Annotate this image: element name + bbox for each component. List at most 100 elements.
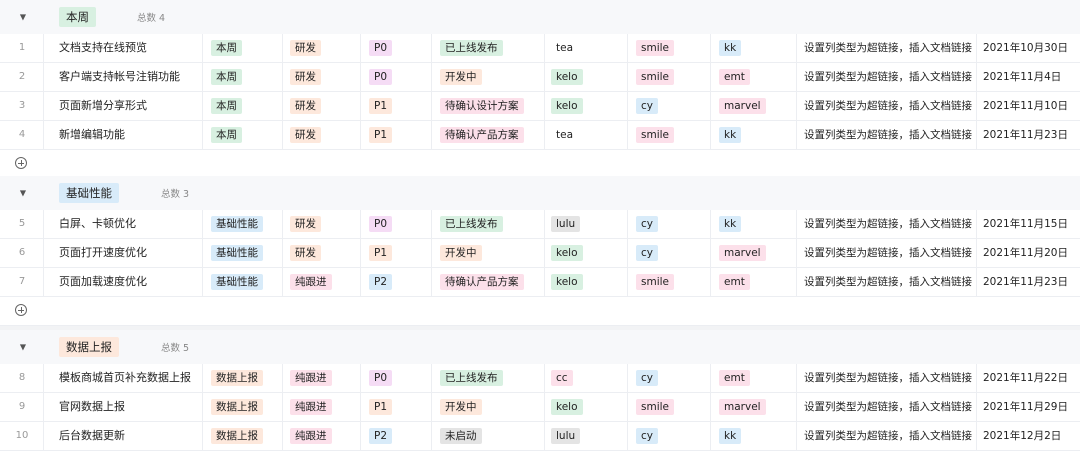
tester-tag[interactable]: marvel [719, 245, 766, 261]
designer-tag[interactable]: smile [636, 399, 674, 415]
designer-tag[interactable]: cy [636, 428, 658, 444]
tester-tag[interactable]: emt [719, 370, 750, 386]
priority-tag[interactable]: P0 [369, 40, 393, 56]
row-title[interactable]: 页面打开速度优化 [59, 239, 147, 267]
type-tag[interactable]: 纯跟进 [290, 428, 332, 444]
tester-tag[interactable]: kk [719, 216, 742, 232]
table-row[interactable]: 1 文档支持在线预览 本周 研发 P0 已上线发布 tea smile kk 设置列类型为超链接，… [0, 34, 1080, 63]
doc-link[interactable]: 设置列类型为超链接，插入文档链接 [804, 34, 972, 62]
doc-link[interactable]: 设置列类型为超链接，插入文档链接 [804, 422, 972, 450]
table-row[interactable]: 8 模板商城首页补充数据上报 数据上报 纯跟进 P0 已上线发布 cc cy emt 设置列类型为… [0, 364, 1080, 393]
tag-tag[interactable]: 基础性能 [211, 245, 263, 261]
row-title[interactable]: 客户端支持帐号注销功能 [59, 63, 180, 91]
add-record-icon[interactable] [15, 157, 27, 169]
designer-tag[interactable]: smile [636, 69, 674, 85]
type-tag[interactable]: 研发 [290, 245, 321, 261]
owner-tag[interactable]: cc [551, 370, 573, 386]
priority-tag[interactable]: P1 [369, 98, 393, 114]
status-tag[interactable]: 已上线发布 [440, 370, 503, 386]
priority-tag[interactable]: P0 [369, 216, 393, 232]
owner-tag[interactable]: kelo [551, 245, 583, 261]
type-tag[interactable]: 研发 [290, 40, 321, 56]
status-tag[interactable]: 已上线发布 [440, 216, 503, 232]
table-row[interactable]: 6 页面打开速度优化 基础性能 研发 P1 开发中 kelo cy marvel 设置列类型为超链… [0, 239, 1080, 268]
doc-link[interactable]: 设置列类型为超链接，插入文档链接 [804, 239, 972, 267]
priority-tag[interactable]: P0 [369, 69, 393, 85]
status-tag[interactable]: 待确认产品方案 [440, 274, 524, 290]
collapse-toggle-icon[interactable]: ▼ [16, 13, 30, 22]
doc-link[interactable]: 设置列类型为超链接，插入文档链接 [804, 393, 972, 421]
priority-tag[interactable]: P2 [369, 274, 393, 290]
type-tag[interactable]: 研发 [290, 98, 321, 114]
status-tag[interactable]: 开发中 [440, 245, 482, 261]
tester-tag[interactable]: marvel [719, 98, 766, 114]
row-title[interactable]: 官网数据上报 [59, 393, 125, 421]
row-title[interactable]: 页面新增分享形式 [59, 92, 147, 120]
tester-tag[interactable]: emt [719, 69, 750, 85]
doc-link[interactable]: 设置列类型为超链接，插入文档链接 [804, 268, 972, 296]
type-tag[interactable]: 纯跟进 [290, 370, 332, 386]
table-row[interactable]: 9 官网数据上报 数据上报 纯跟进 P1 开发中 kelo smile marvel 设置列类型为… [0, 393, 1080, 422]
table-row[interactable]: 5 白屏、卡顿优化 基础性能 研发 P0 已上线发布 lulu cy kk 设置列类型为超链接，插… [0, 210, 1080, 239]
priority-tag[interactable]: P1 [369, 245, 393, 261]
add-record-icon[interactable] [15, 304, 27, 316]
priority-tag[interactable]: P1 [369, 399, 393, 415]
status-tag[interactable]: 待确认设计方案 [440, 98, 524, 114]
designer-tag[interactable]: cy [636, 245, 658, 261]
designer-tag[interactable]: smile [636, 274, 674, 290]
tester-tag[interactable]: kk [719, 127, 742, 143]
designer-tag[interactable]: smile [636, 40, 674, 56]
row-title[interactable]: 模板商城首页补充数据上报 [59, 364, 191, 392]
type-tag[interactable]: 纯跟进 [290, 399, 332, 415]
status-tag[interactable]: 待确认产品方案 [440, 127, 524, 143]
doc-link[interactable]: 设置列类型为超链接，插入文档链接 [804, 210, 972, 238]
status-tag[interactable]: 未启动 [440, 428, 482, 444]
tester-tag[interactable]: emt [719, 274, 750, 290]
tester-tag[interactable]: kk [719, 428, 742, 444]
owner-tag[interactable]: kelo [551, 98, 583, 114]
row-title[interactable]: 新增编辑功能 [59, 121, 125, 149]
status-tag[interactable]: 开发中 [440, 69, 482, 85]
tester-tag[interactable]: marvel [719, 399, 766, 415]
doc-link[interactable]: 设置列类型为超链接，插入文档链接 [804, 364, 972, 392]
doc-link[interactable]: 设置列类型为超链接，插入文档链接 [804, 63, 972, 91]
table-row[interactable]: 7 页面加载速度优化 基础性能 纯跟进 P2 待确认产品方案 kelo smile emt 设置列… [0, 268, 1080, 297]
row-title[interactable]: 页面加载速度优化 [59, 268, 147, 296]
tag-tag[interactable]: 本周 [211, 40, 242, 56]
tag-tag[interactable]: 基础性能 [211, 274, 263, 290]
collapse-toggle-icon[interactable]: ▼ [16, 189, 30, 198]
doc-link[interactable]: 设置列类型为超链接，插入文档链接 [804, 121, 972, 149]
owner-tag[interactable]: lulu [551, 216, 581, 232]
row-title[interactable]: 后台数据更新 [59, 422, 125, 450]
priority-tag[interactable]: P2 [369, 428, 393, 444]
designer-tag[interactable]: cy [636, 98, 658, 114]
owner-tag[interactable]: tea [551, 127, 579, 143]
table-row[interactable]: 10 后台数据更新 数据上报 纯跟进 P2 未启动 lulu cy kk 设置列类型为超链接，插入… [0, 422, 1080, 451]
designer-tag[interactable]: smile [636, 127, 674, 143]
doc-link[interactable]: 设置列类型为超链接，插入文档链接 [804, 92, 972, 120]
tag-tag[interactable]: 数据上报 [211, 399, 263, 415]
table-row[interactable]: 3 页面新增分享形式 本周 研发 P1 待确认设计方案 kelo cy marvel 设置列类型为… [0, 92, 1080, 121]
status-tag[interactable]: 开发中 [440, 399, 482, 415]
status-tag[interactable]: 已上线发布 [440, 40, 503, 56]
owner-tag[interactable]: kelo [551, 274, 583, 290]
row-title[interactable]: 文档支持在线预览 [59, 34, 147, 62]
type-tag[interactable]: 研发 [290, 127, 321, 143]
table-row[interactable]: 2 客户端支持帐号注销功能 本周 研发 P0 开发中 kelo smile emt 设置列类型为超… [0, 63, 1080, 92]
owner-tag[interactable]: tea [551, 40, 579, 56]
tester-tag[interactable]: kk [719, 40, 742, 56]
tag-tag[interactable]: 数据上报 [211, 370, 263, 386]
tag-tag[interactable]: 本周 [211, 69, 242, 85]
priority-tag[interactable]: P0 [369, 370, 393, 386]
type-tag[interactable]: 研发 [290, 216, 321, 232]
priority-tag[interactable]: P1 [369, 127, 393, 143]
owner-tag[interactable]: kelo [551, 399, 583, 415]
tag-tag[interactable]: 数据上报 [211, 428, 263, 444]
table-row[interactable]: 4 新增编辑功能 本周 研发 P1 待确认产品方案 tea smile kk 设置列类型为超链接，… [0, 121, 1080, 150]
owner-tag[interactable]: kelo [551, 69, 583, 85]
tag-tag[interactable]: 基础性能 [211, 216, 263, 232]
tag-tag[interactable]: 本周 [211, 98, 242, 114]
type-tag[interactable]: 纯跟进 [290, 274, 332, 290]
collapse-toggle-icon[interactable]: ▼ [16, 343, 30, 352]
owner-tag[interactable]: lulu [551, 428, 581, 444]
